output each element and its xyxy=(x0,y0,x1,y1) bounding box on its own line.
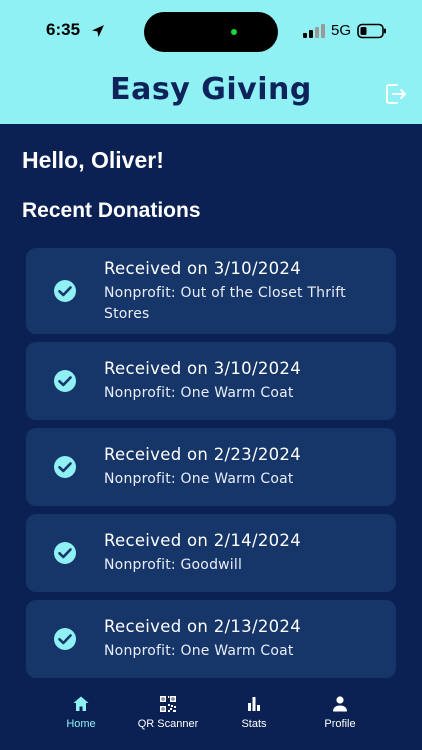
camera-indicator-dot xyxy=(231,29,237,35)
greeting: Hello, Oliver! xyxy=(22,147,164,173)
check-circle-icon xyxy=(54,456,76,478)
check-circle-icon xyxy=(54,628,76,650)
donation-date: Received on 2/14/2024 xyxy=(104,531,302,550)
check-circle-icon xyxy=(54,542,76,564)
tab-qr-scanner[interactable]: QR Scanner xyxy=(123,694,213,730)
tab-label: QR Scanner xyxy=(137,718,199,730)
battery-icon xyxy=(357,23,386,39)
section-title: Recent Donations xyxy=(22,199,201,222)
location-arrow-icon xyxy=(92,25,104,37)
app-header: 6:35 5G Easy Giving xyxy=(0,0,422,124)
home-icon xyxy=(73,696,89,711)
tab-stats[interactable]: Stats xyxy=(209,694,299,730)
donation-date: Received on 2/13/2024 xyxy=(104,617,302,636)
network-type: 5G xyxy=(331,22,352,39)
tab-label: Home xyxy=(66,718,96,730)
tab-label: Profile xyxy=(324,718,356,730)
donation-date: Received on 3/10/2024 xyxy=(104,259,302,278)
dynamic-island xyxy=(144,12,278,52)
tab-label: Stats xyxy=(241,718,267,730)
donation-date: Received on 3/10/2024 xyxy=(104,359,302,378)
status-bar: 6:35 5G xyxy=(0,0,422,62)
donation-card[interactable]: Received on 2/13/2024 Nonprofit: One War… xyxy=(26,600,396,678)
donation-card[interactable]: Received on 3/10/2024 Nonprofit: One War… xyxy=(26,342,396,420)
donation-card[interactable]: Received on 3/10/2024 Nonprofit: Out of … xyxy=(26,248,396,334)
donation-nonprofit: Nonprofit: Goodwill xyxy=(104,557,243,573)
donation-nonprofit: Nonprofit: Out of the Closet Thrift Stor… xyxy=(104,285,346,322)
status-time: 6:35 xyxy=(46,20,81,39)
tab-home[interactable]: Home xyxy=(36,694,126,730)
bar-chart-icon xyxy=(248,697,260,711)
check-circle-icon xyxy=(54,370,76,392)
tab-bar: Home QR Scanner Stats Profile xyxy=(0,682,422,750)
donation-nonprofit: Nonprofit: One Warm Coat xyxy=(104,643,294,659)
logout-icon[interactable] xyxy=(384,82,408,106)
qr-code-icon xyxy=(160,696,176,712)
donation-card[interactable]: Received on 2/23/2024 Nonprofit: One War… xyxy=(26,428,396,506)
donation-nonprofit: Nonprofit: One Warm Coat xyxy=(104,471,294,487)
person-icon xyxy=(333,696,347,712)
app-title: Easy Giving xyxy=(110,72,312,107)
donation-date: Received on 2/23/2024 xyxy=(104,445,302,464)
signal-strength-icon xyxy=(303,24,325,38)
tab-profile[interactable]: Profile xyxy=(295,694,385,730)
donation-nonprofit: Nonprofit: One Warm Coat xyxy=(104,385,294,401)
donation-card[interactable]: Received on 2/14/2024 Nonprofit: Goodwil… xyxy=(26,514,396,592)
check-circle-icon xyxy=(54,280,76,302)
